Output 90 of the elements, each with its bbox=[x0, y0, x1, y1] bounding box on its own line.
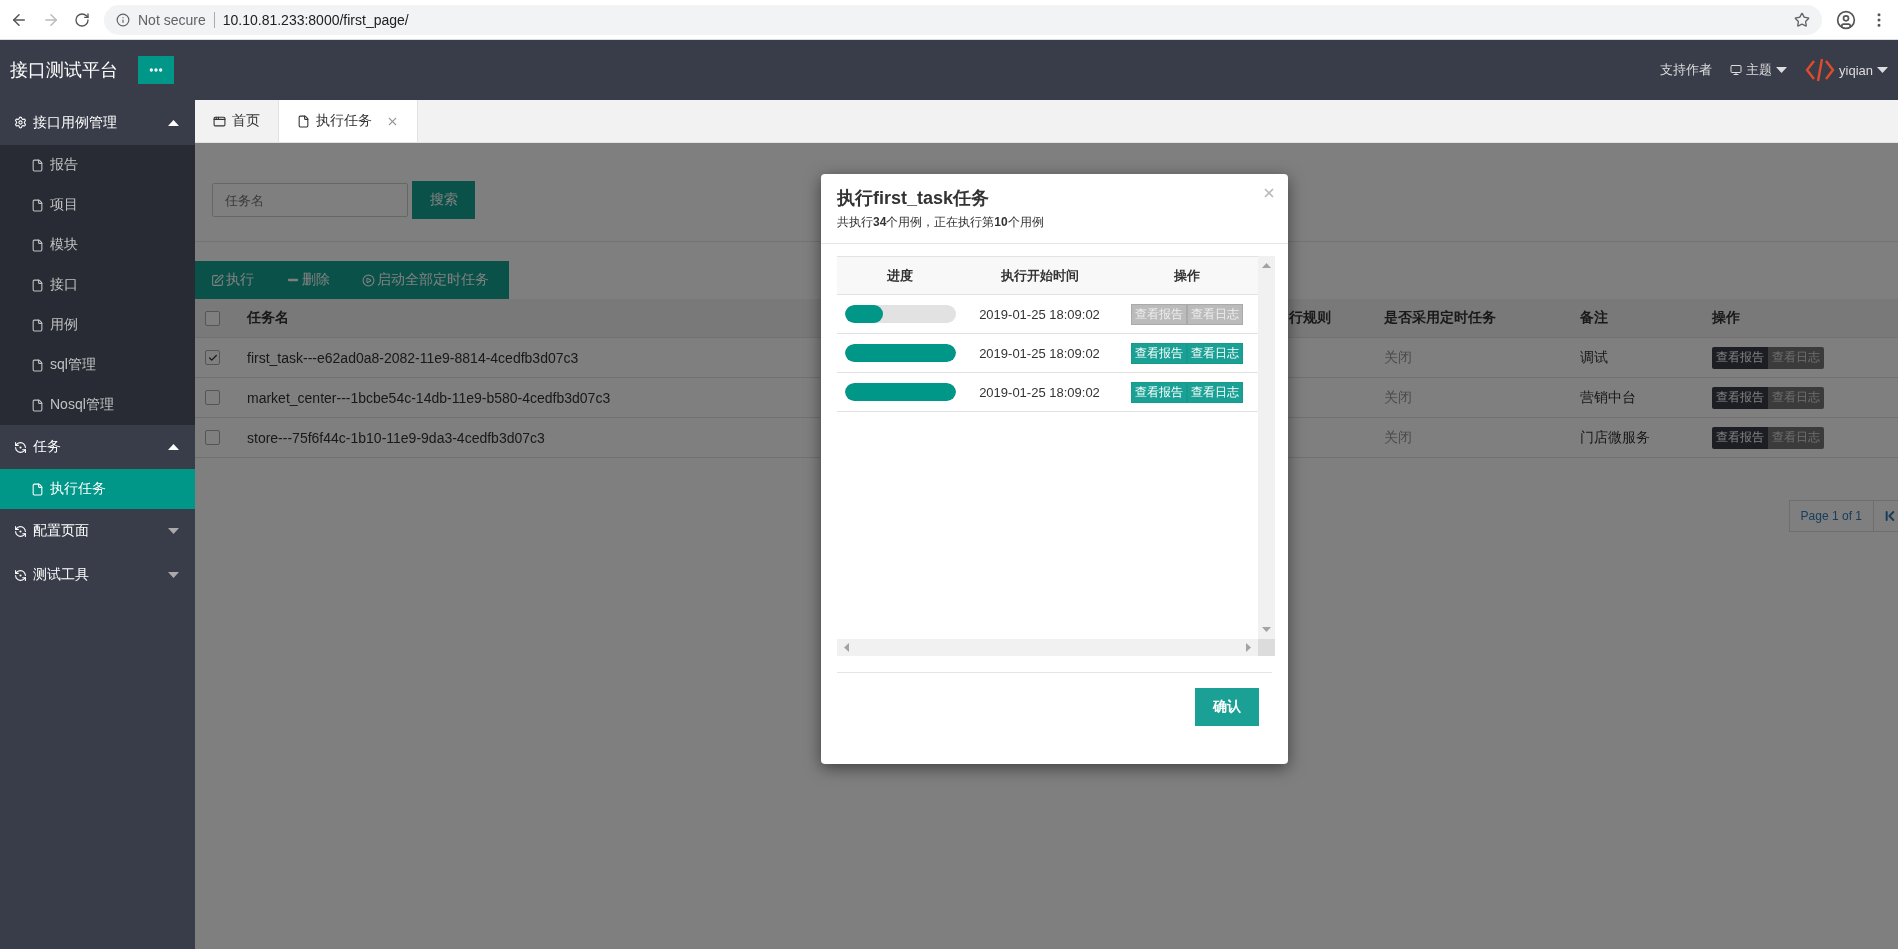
address-bar[interactable]: Not secure 10.10.81.233:8000/first_page/ bbox=[104, 4, 1822, 35]
theme-menu[interactable]: 主题 bbox=[1730, 61, 1788, 79]
progress-summary: 共执行34个用例，正在执行第10个用例 bbox=[837, 214, 1045, 231]
file-icon bbox=[31, 158, 44, 172]
edit-icon bbox=[211, 273, 224, 287]
play-icon bbox=[362, 273, 375, 287]
checkbox[interactable] bbox=[205, 350, 220, 365]
sidebar-item[interactable]: 模块 bbox=[0, 225, 195, 265]
sidebar-item[interactable]: Nosql管理 bbox=[0, 385, 195, 425]
file-icon bbox=[31, 318, 44, 332]
app-title: 接口测试平台 bbox=[10, 59, 118, 82]
caret-icon bbox=[168, 528, 179, 534]
file-icon bbox=[31, 278, 44, 292]
close-button[interactable] bbox=[1262, 186, 1276, 200]
page-indicator: Page 1 of 1 bbox=[1788, 500, 1874, 532]
support-link[interactable]: 支持作者 bbox=[1660, 61, 1713, 79]
menu-toggle-button[interactable] bbox=[138, 56, 174, 84]
remark-text: 营销中台 bbox=[1580, 388, 1636, 407]
remark-text: 门店微服务 bbox=[1580, 428, 1650, 447]
scrollbar-corner bbox=[1258, 639, 1275, 656]
security-label: Not secure bbox=[138, 11, 215, 28]
start-time: 2019-01-25 18:09:02 bbox=[979, 384, 1100, 400]
cycle-icon bbox=[14, 440, 27, 454]
column-header: 进度 bbox=[887, 266, 913, 285]
start-time: 2019-01-25 18:09:02 bbox=[979, 345, 1100, 361]
check-icon bbox=[207, 352, 218, 363]
caret-icon bbox=[1877, 67, 1888, 73]
account-icon[interactable] bbox=[1836, 9, 1856, 30]
column-header: 操作 bbox=[1712, 309, 1740, 327]
start-time: 2019-01-25 18:09:02 bbox=[979, 306, 1100, 322]
column-header: 执行开始时间 bbox=[1000, 266, 1079, 285]
file-icon bbox=[31, 198, 44, 212]
checkbox[interactable] bbox=[205, 390, 220, 405]
file-icon bbox=[31, 358, 44, 372]
toolbar-button[interactable]: 删除 bbox=[270, 261, 346, 299]
search-field[interactable]: 任务名 bbox=[212, 183, 408, 217]
info-icon bbox=[116, 12, 130, 27]
caret-icon bbox=[168, 444, 179, 450]
gear-icon bbox=[14, 116, 27, 129]
column-header: 备注 bbox=[1580, 309, 1608, 327]
url-text: 10.10.81.233:8000/first_page/ bbox=[222, 11, 410, 28]
sidebar-item[interactable]: 报告 bbox=[0, 145, 195, 185]
confirm-button[interactable]: 确认 bbox=[1195, 688, 1259, 726]
view-report-button[interactable]: 查看报告 bbox=[1712, 426, 1768, 449]
window-icon bbox=[213, 114, 226, 128]
caret-icon bbox=[168, 119, 179, 126]
sidebar-item[interactable]: 项目 bbox=[0, 185, 195, 225]
cycle-icon bbox=[14, 524, 27, 538]
task-name: store---75f6f44c-1b10-11e9-9da3-4cedfb3d07c3 bbox=[247, 429, 545, 446]
cycle-icon bbox=[14, 568, 27, 582]
checkbox[interactable] bbox=[205, 310, 220, 326]
search-button[interactable]: 搜索 bbox=[412, 181, 475, 219]
user-menu[interactable]: yiqian bbox=[1805, 57, 1888, 83]
caret-icon bbox=[168, 572, 179, 578]
sidebar-group[interactable]: 接口用例管理 bbox=[0, 100, 195, 145]
dialog-title: 执行first_task任务 bbox=[837, 187, 990, 210]
file-icon bbox=[31, 398, 44, 412]
view-report-button[interactable]: 查看报告 bbox=[1712, 346, 1768, 369]
column-header: 行规则 bbox=[1289, 309, 1331, 327]
sidebar-item[interactable]: sql管理 bbox=[0, 345, 195, 385]
task-name: first_task---e62ad0a8-2082-11e9-8814-4cedfb3d07c3 bbox=[247, 349, 579, 366]
toolbar-button[interactable]: 执行 bbox=[195, 261, 270, 299]
first-page-button[interactable] bbox=[1874, 500, 1898, 532]
code-logo-icon bbox=[1805, 57, 1836, 83]
column-header: 任务名 bbox=[247, 309, 289, 327]
file-icon bbox=[31, 482, 44, 496]
sidebar-item[interactable]: 接口 bbox=[0, 265, 195, 305]
sidebar-item[interactable]: 执行任务 bbox=[0, 469, 195, 509]
view-log-button[interactable]: 查看日志 bbox=[1187, 342, 1243, 364]
task-name: market_center---1bcbe54c-14db-11e9-b580-4cedfb3d07c3 bbox=[247, 389, 611, 406]
toolbar-button[interactable]: 启动全部定时任务 bbox=[346, 261, 505, 299]
remark-text: 调试 bbox=[1580, 348, 1608, 367]
checkbox[interactable] bbox=[205, 430, 220, 445]
column-header: 是否采用定时任务 bbox=[1384, 309, 1496, 327]
file-icon bbox=[31, 238, 44, 252]
file-icon bbox=[297, 114, 310, 128]
sidebar-group[interactable]: 配置页面 bbox=[0, 509, 195, 553]
sidebar-group[interactable]: 任务 bbox=[0, 425, 195, 469]
star-icon[interactable] bbox=[1794, 11, 1810, 28]
reload-icon[interactable] bbox=[74, 11, 90, 28]
view-report-button[interactable]: 查看报告 bbox=[1131, 381, 1187, 403]
sidebar-group[interactable]: 测试工具 bbox=[0, 553, 195, 597]
view-log-button[interactable]: 查看日志 bbox=[1187, 381, 1243, 403]
sidebar-item[interactable]: 用例 bbox=[0, 305, 195, 345]
monitor-icon bbox=[1730, 64, 1743, 76]
caret-icon bbox=[1776, 67, 1788, 73]
view-report-button[interactable]: 查看报告 bbox=[1712, 386, 1768, 409]
column-header: 操作 bbox=[1174, 266, 1200, 285]
page-tab[interactable]: 执行任务 bbox=[279, 100, 418, 142]
view-report-button[interactable]: 查看报告 bbox=[1131, 342, 1187, 364]
